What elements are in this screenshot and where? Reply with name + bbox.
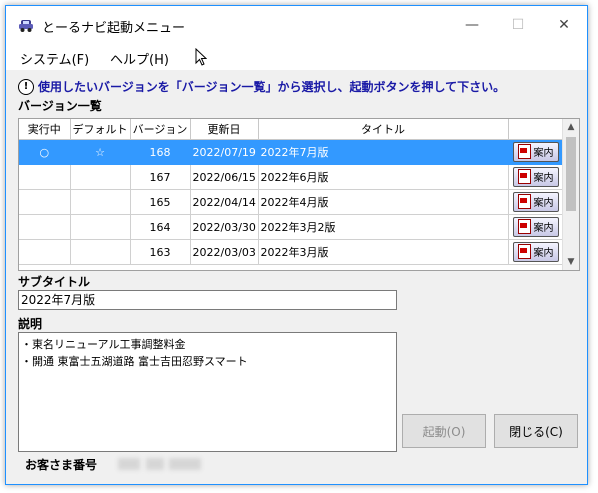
table-row[interactable]: 165 2022/04/14 2022年4月版 案内 bbox=[19, 189, 564, 215]
info-message: ! 使用したいバージョンを「バージョン一覧」から選択し、起動ボタンを押して下さい… bbox=[18, 78, 505, 95]
cell-default bbox=[70, 239, 131, 265]
version-grid[interactable]: 実行中 デフォルト バージョン 更新日 タイトル ○ ☆ 168 2022/07… bbox=[18, 118, 580, 271]
cell-version: 167 bbox=[130, 164, 191, 190]
cell-date: 2022/03/03 bbox=[190, 239, 259, 265]
title-bar[interactable]: とーるナビ起動メニュー — ☐ ✕ bbox=[6, 6, 587, 44]
scroll-thumb[interactable] bbox=[566, 137, 576, 211]
redacted-number bbox=[118, 458, 140, 470]
cell-running bbox=[19, 239, 71, 265]
subtitle-field[interactable]: 2022年7月版 bbox=[18, 290, 397, 310]
cell-default: ☆ bbox=[70, 139, 131, 165]
guide-button[interactable]: 案内 bbox=[512, 191, 559, 212]
customer-number-label: お客さま番号 bbox=[25, 458, 98, 472]
menu-system[interactable]: システム(F) bbox=[20, 49, 89, 68]
guide-button[interactable]: 案内 bbox=[512, 141, 559, 162]
maximize-button[interactable]: ☐ bbox=[495, 6, 541, 44]
table-row[interactable]: 167 2022/06/15 2022年6月版 案内 bbox=[19, 164, 564, 190]
mouse-cursor-icon bbox=[195, 48, 207, 66]
info-text: 使用したいバージョンを「バージョン一覧」から選択し、起動ボタンを押して下さい。 bbox=[38, 80, 506, 94]
launch-button[interactable]: 起動(O) bbox=[402, 414, 486, 448]
cell-default bbox=[70, 164, 131, 190]
info-icon: ! bbox=[18, 78, 34, 95]
grid-header: 実行中 デフォルト バージョン 更新日 タイトル bbox=[19, 119, 564, 140]
menu-help[interactable]: ヘルプ(H) bbox=[110, 49, 169, 68]
close-window-button[interactable]: ✕ bbox=[541, 6, 587, 44]
cell-default bbox=[70, 189, 131, 215]
maximize-icon: ☐ bbox=[511, 17, 525, 33]
cell-title: 2022年4月版 bbox=[258, 189, 509, 215]
cell-default bbox=[70, 214, 131, 240]
cell-running bbox=[19, 164, 71, 190]
col-default[interactable]: デフォルト bbox=[70, 119, 131, 140]
pdf-icon bbox=[517, 244, 531, 260]
cell-title: 2022年3月2版 bbox=[258, 214, 509, 240]
cell-running bbox=[19, 189, 71, 215]
close-button[interactable]: 閉じる(C) bbox=[494, 414, 578, 448]
description-label: 説明 bbox=[18, 317, 43, 331]
cell-version: 164 bbox=[130, 214, 191, 240]
guide-button[interactable]: 案内 bbox=[512, 216, 559, 237]
description-line: ・開通 東富士五湖道路 富士吉田忍野スマート bbox=[21, 355, 248, 368]
cell-date: 2022/03/30 bbox=[190, 214, 259, 240]
col-guide bbox=[508, 119, 564, 140]
app-window: とーるナビ起動メニュー — ☐ ✕ システム(F) ヘルプ(H) ! 使用したい… bbox=[5, 5, 588, 485]
guide-button-label: 案内 bbox=[533, 223, 554, 235]
col-running[interactable]: 実行中 bbox=[19, 119, 71, 140]
close-icon: ✕ bbox=[558, 17, 570, 33]
pdf-icon bbox=[517, 144, 531, 160]
scroll-up-icon[interactable]: ▲ bbox=[563, 119, 579, 135]
subtitle-label: サブタイトル bbox=[18, 275, 91, 289]
pdf-icon bbox=[517, 219, 531, 235]
scroll-down-icon[interactable]: ▼ bbox=[563, 254, 579, 270]
description-line: ・東名リニューアル工事調整料金 bbox=[21, 338, 186, 351]
guide-button[interactable]: 案内 bbox=[512, 166, 559, 187]
car-app-icon bbox=[19, 20, 33, 32]
cell-guide: 案内 bbox=[508, 239, 564, 265]
cell-guide: 案内 bbox=[508, 214, 564, 240]
col-title[interactable]: タイトル bbox=[258, 119, 509, 140]
cell-guide: 案内 bbox=[508, 139, 564, 165]
vertical-scrollbar[interactable]: ▲ ▼ bbox=[562, 119, 579, 270]
cell-guide: 案内 bbox=[508, 189, 564, 215]
redacted-number bbox=[169, 458, 201, 470]
table-row[interactable]: ○ ☆ 168 2022/07/19 2022年7月版 案内 bbox=[19, 139, 564, 165]
redacted-number bbox=[146, 458, 164, 470]
table-row[interactable]: 164 2022/03/30 2022年3月2版 案内 bbox=[19, 214, 564, 240]
cell-title: 2022年6月版 bbox=[258, 164, 509, 190]
cell-date: 2022/04/14 bbox=[190, 189, 259, 215]
cell-running: ○ bbox=[19, 139, 71, 165]
cell-version: 168 bbox=[130, 139, 191, 165]
cell-version: 165 bbox=[130, 189, 191, 215]
window-title: とーるナビ起動メニュー bbox=[42, 21, 186, 36]
pdf-icon bbox=[517, 169, 531, 185]
version-list-label: バージョン一覧 bbox=[18, 99, 102, 113]
cell-guide: 案内 bbox=[508, 164, 564, 190]
cell-date: 2022/07/19 bbox=[190, 139, 259, 165]
cell-title: 2022年3月版 bbox=[258, 239, 509, 265]
cell-running bbox=[19, 214, 71, 240]
cell-date: 2022/06/15 bbox=[190, 164, 259, 190]
guide-button-label: 案内 bbox=[533, 173, 554, 185]
description-field[interactable]: ・東名リニューアル工事調整料金 ・開通 東富士五湖道路 富士吉田忍野スマート bbox=[18, 332, 397, 452]
minimize-button[interactable]: — bbox=[449, 6, 495, 44]
cell-title: 2022年7月版 bbox=[258, 139, 509, 165]
pdf-icon bbox=[517, 194, 531, 210]
table-row[interactable]: 163 2022/03/03 2022年3月版 案内 bbox=[19, 239, 564, 265]
menu-bar: システム(F) ヘルプ(H) bbox=[6, 44, 587, 70]
col-date[interactable]: 更新日 bbox=[190, 119, 259, 140]
guide-button-label: 案内 bbox=[533, 198, 554, 210]
guide-button[interactable]: 案内 bbox=[512, 241, 559, 262]
cell-version: 163 bbox=[130, 239, 191, 265]
minimize-icon: — bbox=[465, 17, 479, 33]
col-version[interactable]: バージョン bbox=[130, 119, 191, 140]
guide-button-label: 案内 bbox=[533, 248, 554, 260]
guide-button-label: 案内 bbox=[533, 148, 554, 160]
